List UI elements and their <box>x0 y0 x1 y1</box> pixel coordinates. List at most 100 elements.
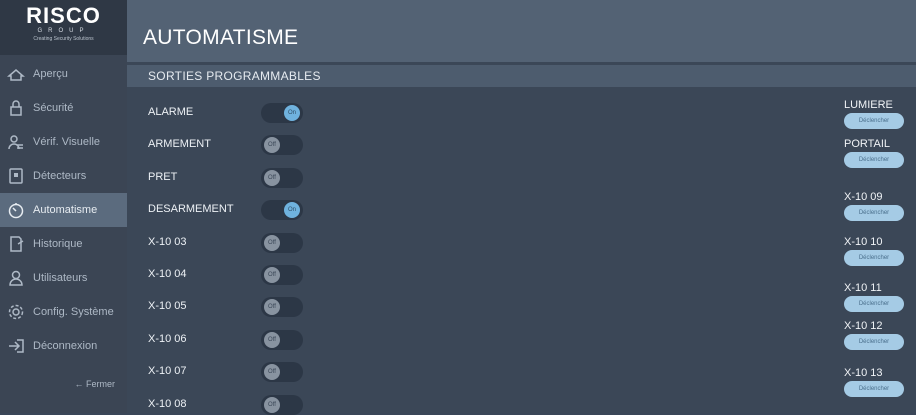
output-row: X-10 05 Off <box>127 297 547 318</box>
home-icon <box>7 65 25 83</box>
close-menu-button[interactable]: ← Fermer <box>75 379 116 389</box>
clock-icon <box>7 201 25 219</box>
sidebar-item-label: Vérif. Visuelle <box>33 136 101 148</box>
user-icon <box>7 269 25 287</box>
trigger-item: X-10 11 Déclencher <box>844 282 906 312</box>
trigger-button[interactable]: Déclencher <box>844 381 904 397</box>
main-content: SORTIES PROGRAMMABLES ALARME On ARMEMENT Of… <box>127 62 916 415</box>
trigger-item: PORTAIL Déclencher <box>844 138 906 168</box>
output-label: X-10 08 <box>148 397 187 410</box>
output-row: ARMEMENT Off <box>127 135 547 156</box>
output-label: ALARME <box>148 106 194 118</box>
gear-icon <box>7 303 25 321</box>
output-row: X-10 04 Off <box>127 265 547 285</box>
sidebar-item-label: Sécurité <box>33 102 74 114</box>
output-toggle[interactable]: Off <box>261 232 303 253</box>
sidebar-item-label: Automatisme <box>33 204 98 216</box>
logo-group: GROUP <box>37 28 90 34</box>
trigger-label: X-10 09 <box>844 191 883 203</box>
trigger-button[interactable]: Déclencher <box>844 205 904 221</box>
output-toggle[interactable]: Off <box>261 167 303 188</box>
trigger-button[interactable]: Déclencher <box>844 334 904 350</box>
output-label: DESARMEMENT <box>148 203 234 216</box>
toggle-knob: On <box>284 202 300 219</box>
output-toggle[interactable]: On <box>261 200 303 221</box>
trigger-item: X-10 12 Déclencher <box>844 320 906 350</box>
trigger-item: LUMIERE Déclencher <box>844 99 906 129</box>
output-toggle[interactable]: On <box>261 103 303 123</box>
sidebar-item-label: Détecteurs <box>33 170 87 182</box>
section-title: SORTIES PROGRAMMABLES <box>148 69 321 83</box>
output-label: X-10 03 <box>148 235 187 248</box>
trigger-button[interactable]: Déclencher <box>844 296 904 312</box>
output-label: X-10 07 <box>148 365 187 378</box>
sidebar-nav: Aperçu Sécurité Vérif. Visuelle Détecteurs A… <box>0 57 127 363</box>
sidebar-item-sécurité[interactable]: Sécurité <box>0 91 127 125</box>
trigger-label: LUMIERE <box>844 99 893 111</box>
page-title: AUTOMATISME <box>143 26 299 49</box>
output-toggle[interactable]: Off <box>261 329 303 350</box>
trigger-item: X-10 09 Déclencher <box>844 191 906 221</box>
trigger-label: X-10 10 <box>844 236 883 248</box>
sidebar-item-aperçu[interactable]: Aperçu <box>0 57 127 91</box>
logo-word: RISCO <box>26 3 101 28</box>
app: RISCO GROUP Creating Security Solutions … <box>0 0 916 415</box>
toggle-knob: Off <box>264 234 280 251</box>
output-toggle[interactable]: Off <box>261 394 303 415</box>
sidebar-item-utilisateurs[interactable]: Utilisateurs <box>0 261 127 295</box>
toggle-knob: On <box>284 105 300 121</box>
page-header: AUTOMATISME <box>127 0 916 62</box>
output-toggle[interactable]: Off <box>261 362 303 383</box>
sidebar-item-déconnexion[interactable]: Déconnexion <box>0 329 127 363</box>
sidebar-item-label: Utilisateurs <box>33 272 88 284</box>
trigger-label: PORTAIL <box>844 138 891 150</box>
trigger-label: X-10 13 <box>844 367 883 379</box>
trigger-button[interactable]: Déclencher <box>844 113 904 129</box>
sidebar-item-label: Config. Système <box>33 306 114 318</box>
output-row: PRET Off <box>127 167 547 188</box>
output-row: X-10 07 Off <box>127 362 547 383</box>
lock-icon <box>7 99 25 117</box>
output-row: ALARME On <box>127 103 547 123</box>
sidebar: RISCO GROUP Creating Security Solutions … <box>0 0 127 413</box>
trigger-item: X-10 10 Déclencher <box>844 236 906 266</box>
trigger-button[interactable]: Déclencher <box>844 152 904 168</box>
history-icon <box>7 235 25 253</box>
sidebar-item-historique[interactable]: Historique <box>0 227 127 261</box>
toggle-knob: Off <box>264 137 280 154</box>
people-icon <box>7 133 25 151</box>
toggle-knob: Off <box>264 396 280 413</box>
toggle-knob: Off <box>264 331 280 348</box>
output-toggle[interactable]: Off <box>261 135 303 156</box>
sidebar-item-vérif-visuelle[interactable]: Vérif. Visuelle <box>0 125 127 159</box>
toggle-knob: Off <box>264 169 280 186</box>
toggle-knob: Off <box>264 267 280 283</box>
trigger-button[interactable]: Déclencher <box>844 250 904 266</box>
risco-logo: RISCO GROUP Creating Security Solutions <box>0 0 127 55</box>
trigger-label: X-10 11 <box>844 282 882 294</box>
detector-icon <box>7 167 25 185</box>
sidebar-item-label: Aperçu <box>33 68 68 80</box>
sidebar-item-label: Déconnexion <box>33 340 98 352</box>
trigger-label: X-10 12 <box>844 320 883 332</box>
section-header: SORTIES PROGRAMMABLES <box>127 65 916 87</box>
toggle-knob: Off <box>264 299 280 316</box>
toggle-knob: Off <box>264 364 280 381</box>
output-row: X-10 08 Off <box>127 394 547 415</box>
sidebar-item-détecteurs[interactable]: Détecteurs <box>0 159 127 193</box>
output-row: X-10 03 Off <box>127 232 547 253</box>
output-toggle[interactable]: Off <box>261 265 303 285</box>
sidebar-item-config-système[interactable]: Config. Système <box>0 295 127 329</box>
output-toggle[interactable]: Off <box>261 297 303 318</box>
sidebar-item-automatisme[interactable]: Automatisme <box>0 193 127 227</box>
output-label: X-10 05 <box>148 300 187 313</box>
output-label: PRET <box>148 170 178 183</box>
trigger-item: X-10 13 Déclencher <box>844 367 906 397</box>
logout-icon <box>7 337 25 355</box>
output-label: X-10 04 <box>148 268 187 280</box>
output-label: X-10 06 <box>148 332 187 345</box>
sidebar-item-label: Historique <box>33 238 83 250</box>
output-row: DESARMEMENT On <box>127 200 547 221</box>
output-label: ARMEMENT <box>148 138 211 151</box>
output-row: X-10 06 Off <box>127 329 547 350</box>
